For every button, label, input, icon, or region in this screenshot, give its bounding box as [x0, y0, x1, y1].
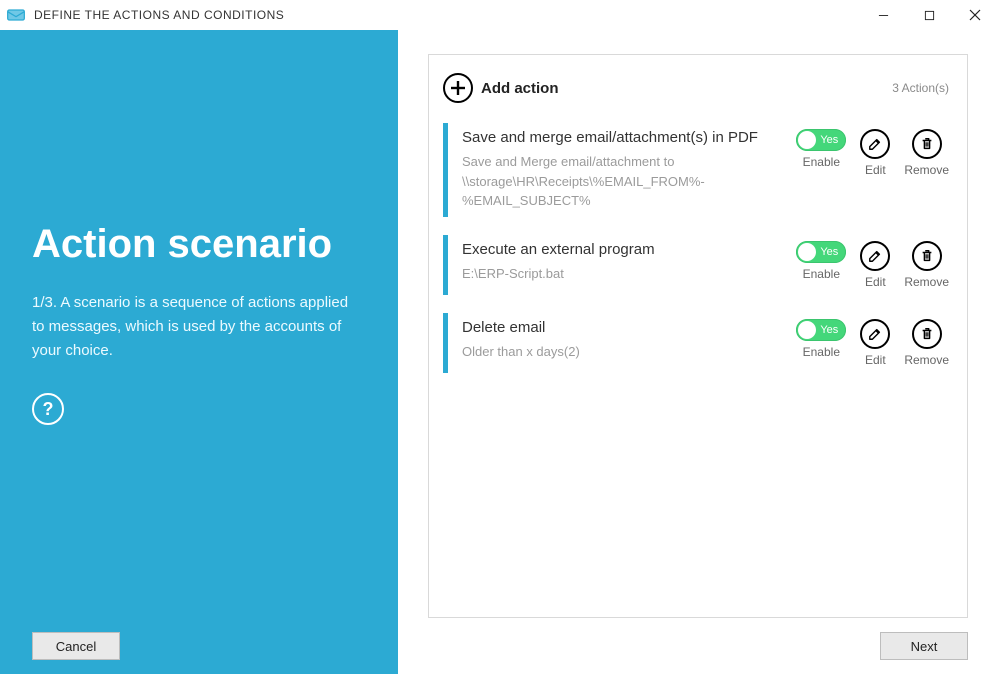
window-title: DEFINE THE ACTIONS AND CONDITIONS — [34, 8, 284, 22]
remove-label: Remove — [904, 353, 949, 367]
trash-icon — [920, 327, 934, 341]
action-subtitle: E:\ERP-Script.bat — [462, 264, 786, 284]
action-title: Delete email — [462, 319, 786, 336]
toggle-yes-label: Yes — [820, 246, 838, 258]
remove-label: Remove — [904, 275, 949, 289]
action-row: Delete email Older than x days(2) Yes En… — [443, 313, 949, 373]
next-button[interactable]: Next — [880, 632, 968, 660]
page-title: Action scenario — [32, 222, 366, 267]
page-subtitle: 1/3. A scenario is a sequence of actions… — [32, 291, 362, 363]
pencil-icon — [868, 137, 882, 151]
add-action-button[interactable] — [443, 73, 473, 103]
trash-icon — [920, 137, 934, 151]
edit-button[interactable] — [860, 319, 890, 349]
remove-button[interactable] — [912, 319, 942, 349]
add-action-label: Add action — [481, 80, 559, 97]
enable-label: Enable — [803, 155, 840, 169]
edit-button[interactable] — [860, 241, 890, 271]
sidebar: Action scenario 1/3. A scenario is a seq… — [0, 30, 398, 674]
actions-container: Add action 3 Action(s) Save and merge em… — [428, 54, 968, 618]
cancel-button[interactable]: Cancel — [32, 632, 120, 660]
enable-toggle[interactable]: Yes — [796, 241, 846, 263]
edit-label: Edit — [865, 163, 886, 177]
remove-button[interactable] — [912, 241, 942, 271]
trash-icon — [920, 249, 934, 263]
maximize-button[interactable] — [906, 0, 952, 30]
edit-button[interactable] — [860, 129, 890, 159]
edit-label: Edit — [865, 275, 886, 289]
enable-label: Enable — [803, 345, 840, 359]
action-title: Execute an external program — [462, 241, 786, 258]
remove-button[interactable] — [912, 129, 942, 159]
action-row: Save and merge email/attachment(s) in PD… — [443, 123, 949, 217]
toggle-yes-label: Yes — [820, 324, 838, 336]
action-subtitle: Save and Merge email/attachment to \\sto… — [462, 152, 786, 211]
help-button[interactable]: ? — [32, 393, 64, 425]
enable-toggle[interactable]: Yes — [796, 129, 846, 151]
pencil-icon — [868, 249, 882, 263]
actions-count: 3 Action(s) — [892, 81, 949, 95]
action-row: Execute an external program E:\ERP-Scrip… — [443, 235, 949, 295]
remove-label: Remove — [904, 163, 949, 177]
toggle-knob — [798, 321, 816, 339]
edit-label: Edit — [865, 353, 886, 367]
minimize-button[interactable] — [860, 0, 906, 30]
toggle-knob — [798, 243, 816, 261]
enable-label: Enable — [803, 267, 840, 281]
toggle-knob — [798, 131, 816, 149]
plus-icon — [450, 80, 466, 96]
titlebar: DEFINE THE ACTIONS AND CONDITIONS — [0, 0, 998, 30]
main-panel: Add action 3 Action(s) Save and merge em… — [398, 30, 998, 674]
app-icon — [6, 5, 26, 25]
enable-toggle[interactable]: Yes — [796, 319, 846, 341]
close-button[interactable] — [952, 0, 998, 30]
action-title: Save and merge email/attachment(s) in PD… — [462, 129, 786, 146]
action-subtitle: Older than x days(2) — [462, 342, 786, 362]
toggle-yes-label: Yes — [820, 134, 838, 146]
actions-header: Add action 3 Action(s) — [443, 73, 949, 103]
pencil-icon — [868, 327, 882, 341]
